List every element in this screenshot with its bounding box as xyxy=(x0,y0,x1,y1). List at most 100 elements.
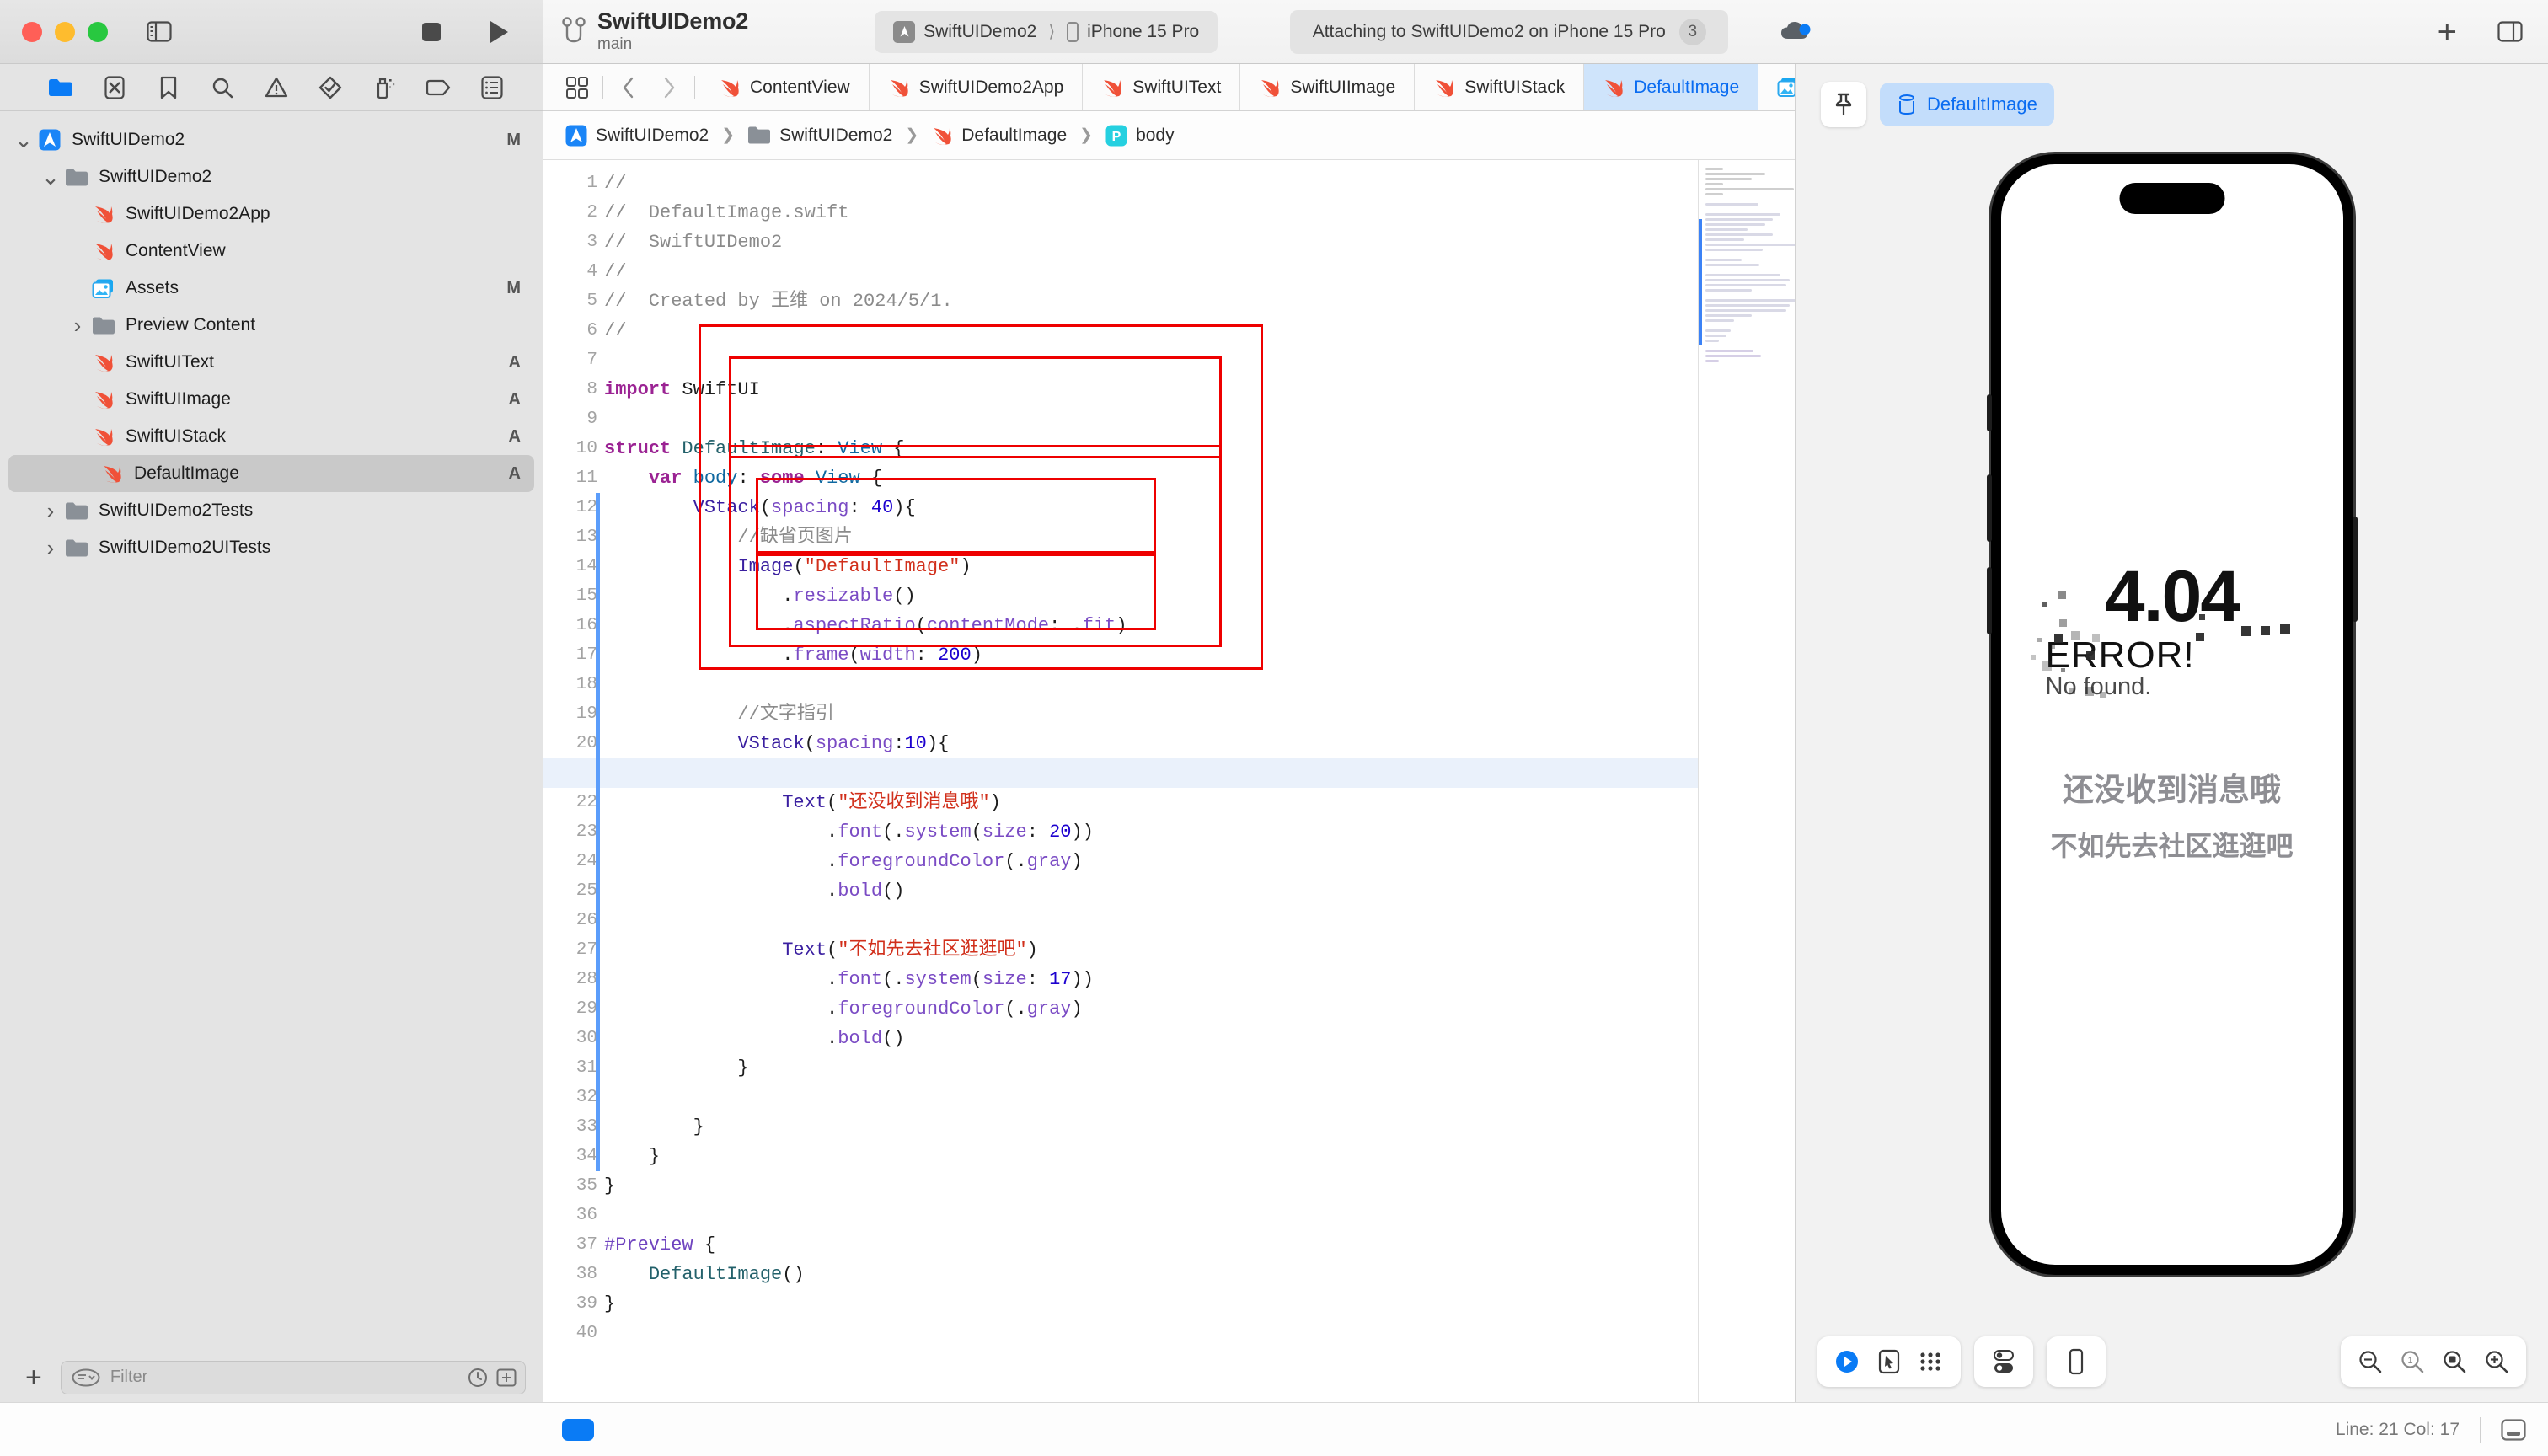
tab-defaultimage[interactable]: DefaultImage xyxy=(1584,64,1759,110)
code-line[interactable] xyxy=(604,906,1698,935)
navigate-forward-icon[interactable] xyxy=(649,69,689,106)
code-line[interactable]: Text("不如先去社区逛逛吧") xyxy=(604,935,1698,965)
add-editor-button[interactable]: + xyxy=(2438,15,2457,49)
code-line[interactable] xyxy=(604,404,1698,434)
preview-canvas[interactable]: 4.04 ERROR! No found. 还没收到消息哦 不如先去社区逛逛吧 xyxy=(1796,144,2548,1402)
code-line[interactable]: } xyxy=(604,1053,1698,1083)
code-line[interactable]: var body: some View { xyxy=(604,463,1698,493)
zoom-actual-icon[interactable] xyxy=(2435,1342,2474,1381)
breadcrumb-item[interactable]: SwiftUIDemo2 xyxy=(565,125,709,147)
chevron-right-icon[interactable]: › xyxy=(66,313,89,339)
zoom-in-icon[interactable] xyxy=(2477,1342,2516,1381)
pin-icon[interactable] xyxy=(1821,81,1866,127)
file-tree-row[interactable]: SwiftUIText A xyxy=(0,344,543,381)
source-code-text[interactable]: // // DefaultImage.swift// SwiftUIDemo2 //… xyxy=(543,160,1698,1348)
issue-count-badge[interactable]: 3 xyxy=(1678,18,1706,46)
bookmark-icon[interactable] xyxy=(142,69,195,106)
preview-zoom-group[interactable]: 1 xyxy=(2341,1336,2526,1387)
file-tree-row[interactable]: Assets M xyxy=(0,270,543,307)
code-line[interactable]: #Preview { xyxy=(604,1230,1698,1260)
code-line[interactable]: .foregroundColor(.gray) xyxy=(604,994,1698,1024)
console-toggle-icon[interactable] xyxy=(2501,1418,2526,1441)
toggle-navigator-icon[interactable] xyxy=(140,13,179,51)
play-live-icon[interactable] xyxy=(1828,1342,1866,1381)
file-tree-row[interactable]: › Preview Content xyxy=(0,307,543,344)
cloud-status-icon[interactable] xyxy=(1779,19,1812,45)
warning-icon[interactable] xyxy=(249,69,303,106)
file-tree-row[interactable]: DefaultImage A xyxy=(8,455,534,492)
run-button[interactable] xyxy=(479,13,518,51)
code-scroll-region[interactable]: 1234567891011121314151617181920212223242… xyxy=(543,160,1698,1402)
zoom-out-icon[interactable] xyxy=(2351,1342,2390,1381)
code-line[interactable] xyxy=(604,1083,1698,1112)
chevron-right-icon[interactable]: › xyxy=(39,535,62,561)
breadcrumb-item[interactable]: Pbody xyxy=(1105,125,1175,147)
folder-icon[interactable] xyxy=(34,69,88,106)
code-line[interactable]: .bold() xyxy=(604,876,1698,906)
file-tree-row[interactable]: ⌄ SwiftUIDemo2 xyxy=(0,158,543,195)
code-line[interactable]: //文字指引 xyxy=(604,699,1698,729)
code-line[interactable]: .font(.system(size: 20)) xyxy=(604,817,1698,847)
window-traffic-lights[interactable] xyxy=(22,21,108,42)
code-line[interactable]: // DefaultImage.swift xyxy=(604,198,1698,228)
test-icon[interactable] xyxy=(303,69,357,106)
scheme-destination-selector[interactable]: SwiftUIDemo2 ⟩ iPhone 15 Pro xyxy=(875,10,1218,53)
editor-tab-bar[interactable]: ContentView SwiftUIDemo2App SwiftUIText Swi… xyxy=(543,64,2005,111)
preview-settings-group[interactable] xyxy=(1974,1336,2033,1387)
chevron-down-icon[interactable]: ⌄ xyxy=(39,166,62,188)
report-icon[interactable] xyxy=(465,69,519,106)
toggle-inspector-icon[interactable] xyxy=(2491,13,2529,51)
code-line[interactable] xyxy=(604,1319,1698,1348)
navigator-filter-bar[interactable]: + Filter xyxy=(0,1352,543,1402)
code-line[interactable] xyxy=(604,345,1698,375)
device-icon[interactable] xyxy=(2057,1342,2096,1381)
code-line[interactable]: .bold() xyxy=(604,1024,1698,1053)
file-tree-row[interactable]: ContentView xyxy=(0,233,543,270)
code-line[interactable]: } xyxy=(604,1112,1698,1142)
tab-swiftuiimage[interactable]: SwiftUIImage xyxy=(1240,64,1416,110)
code-line[interactable]: } xyxy=(604,1142,1698,1171)
titlebar-end-controls[interactable]: + xyxy=(2438,13,2529,51)
code-line[interactable] xyxy=(604,670,1698,699)
search-icon[interactable] xyxy=(195,69,249,106)
device-screen[interactable]: 4.04 ERROR! No found. 还没收到消息哦 不如先去社区逛逛吧 xyxy=(2000,164,2343,1265)
code-line[interactable]: .frame(width: 200) xyxy=(604,640,1698,670)
breadcrumb[interactable]: SwiftUIDemo2 ❯ SwiftUIDemo2 ❯ DefaultImage ❯ P… xyxy=(543,111,1795,160)
code-line[interactable]: } xyxy=(604,1289,1698,1319)
code-line[interactable]: Text("还没收到消息哦") xyxy=(604,788,1698,817)
file-tree-row[interactable]: SwiftUIDemo2App xyxy=(0,195,543,233)
code-line[interactable]: VStack(spacing: 40){ xyxy=(604,493,1698,522)
code-line[interactable]: // xyxy=(604,316,1698,345)
project-file-tree[interactable]: ⌄ SwiftUIDemo2 M ⌄ SwiftUIDemo2 SwiftUIDemo2A… xyxy=(0,111,543,1352)
code-line[interactable]: VStack(spacing:10){ xyxy=(604,729,1698,758)
chevron-down-icon[interactable]: ⌄ xyxy=(12,129,35,151)
source-control-icon[interactable] xyxy=(88,69,142,106)
debug-indicator[interactable] xyxy=(562,1418,594,1441)
code-line[interactable]: .font(.system(size: 17)) xyxy=(604,965,1698,994)
minimize-window-button[interactable] xyxy=(55,21,75,42)
code-line[interactable]: Image("DefaultImage") xyxy=(604,552,1698,581)
tab-swiftuitext[interactable]: SwiftUIText xyxy=(1083,64,1241,110)
preview-bottom-toolbar[interactable]: 1 xyxy=(1796,1336,2548,1387)
code-line[interactable]: // SwiftUIDemo2 xyxy=(604,228,1698,257)
toggles-icon[interactable] xyxy=(1984,1342,2023,1381)
editor-tabs-host[interactable]: ContentView SwiftUIDemo2App SwiftUIText Swi… xyxy=(700,64,1883,110)
file-tree-row[interactable]: › SwiftUIDemo2Tests xyxy=(0,492,543,529)
code-editor-area[interactable]: 1234567891011121314151617181920212223242… xyxy=(543,160,1798,1402)
preview-variant-chip[interactable]: DefaultImage xyxy=(1880,82,2054,126)
tab-contentview[interactable]: ContentView xyxy=(700,64,870,110)
code-line[interactable]: import SwiftUI xyxy=(604,375,1698,404)
maximize-window-button[interactable] xyxy=(88,21,108,42)
zoom-100-icon[interactable]: 1 xyxy=(2393,1342,2432,1381)
code-line[interactable]: .aspectRatio(contentMode: .fit) xyxy=(604,611,1698,640)
activity-status-bar[interactable]: Attaching to SwiftUIDemo2 on iPhone 15 P… xyxy=(1290,9,1729,54)
add-file-button[interactable]: + xyxy=(19,1363,49,1392)
breadcrumb-item[interactable]: SwiftUIDemo2 xyxy=(747,126,892,146)
code-line[interactable] xyxy=(604,1201,1698,1230)
cursor-select-icon[interactable] xyxy=(1870,1342,1908,1381)
code-line[interactable]: //缺省页图片 xyxy=(604,522,1698,552)
filter-extra-icons[interactable] xyxy=(468,1368,517,1388)
tab-overview-icon[interactable] xyxy=(557,69,597,106)
navigate-back-icon[interactable] xyxy=(608,69,649,106)
code-minimap[interactable] xyxy=(1698,160,1798,1402)
